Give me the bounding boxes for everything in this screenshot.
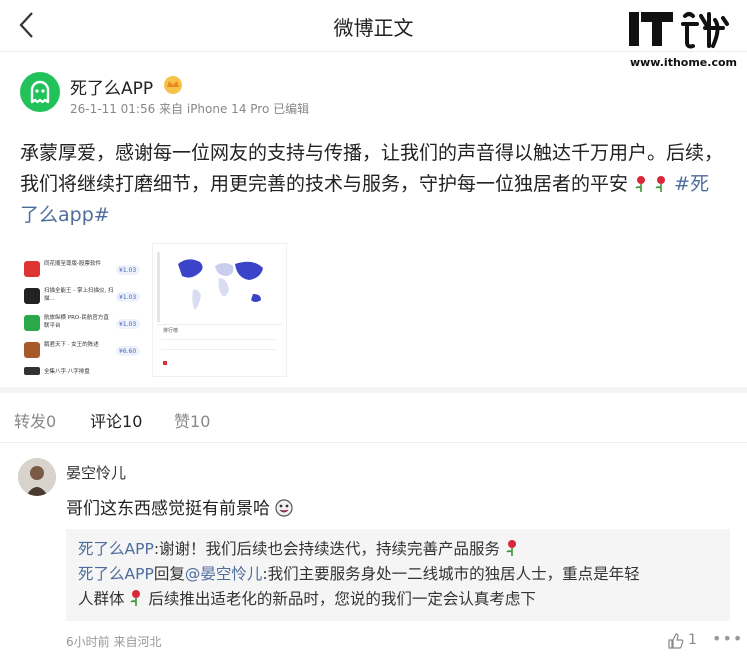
world-map-graphic	[157, 252, 282, 365]
more-dots-icon[interactable]: •••	[712, 629, 743, 648]
reply-1: 死了么APP:谢谢！我们后续也会持续迭代，持续完善产品服务	[78, 537, 728, 562]
section-gap	[0, 387, 747, 393]
comment-text: 哥们这东西感觉挺有前景哈	[66, 494, 294, 519]
tab-likes-label: 赞	[174, 412, 191, 431]
brand-watermark: www.ithome.com	[627, 8, 737, 70]
ghost-icon	[30, 80, 50, 104]
tab-reposts-label: 转发	[14, 412, 47, 431]
reply-box[interactable]: 死了么APP:谢谢！我们后续也会持续迭代，持续完善产品服务 死了么APP回复@晏…	[66, 529, 730, 621]
thumbs-up-icon	[668, 633, 684, 649]
tab-comments-count: 10	[122, 412, 143, 431]
rose-icon	[130, 590, 141, 606]
commenter-avatar[interactable]	[18, 458, 56, 496]
app-price: ¥1.03	[119, 321, 137, 328]
reply-1-text: :谢谢！我们后续也会持续迭代，持续完善产品服务	[153, 540, 501, 558]
reply-2-author[interactable]: 死了么APP	[78, 565, 154, 583]
app-row: 全集八字·八字排盘	[44, 369, 90, 375]
author-avatar[interactable]	[20, 72, 60, 112]
tabs-divider	[0, 442, 747, 443]
app-row: 航旅纵横 PRO-民航官方直联平台	[44, 315, 109, 329]
post-text: 承蒙厚爱，感谢每一位网友的支持与传播，让我们的声音得以触达千万用户。后续，我们将…	[20, 138, 725, 231]
app-row: 扫描全能王 - 掌上扫描仪, 扫描...	[44, 288, 114, 302]
comment-text-body: 哥们这东西感觉挺有前景哈	[66, 499, 270, 519]
reply-2-text-c: 后续推出适老化的新品时，您说的我们一定会认真考虑下	[148, 590, 536, 608]
rose-icon	[635, 176, 646, 192]
comment-like-count: 1	[688, 632, 697, 648]
reply-2: 死了么APP回复@晏空怜儿:我们主要服务身处一二线城市的独居人士，重点是年轻 人…	[78, 562, 728, 612]
rose-icon	[506, 540, 516, 556]
top-bar: 微博正文 www.ithome.com	[0, 0, 747, 69]
reply-2-verb: 回复	[153, 565, 185, 583]
app-row: 同花顺至尊版-股票软件	[44, 261, 101, 267]
laughing-emoji-icon	[275, 499, 294, 517]
dashboard-panel-label: 排行榜	[163, 328, 179, 334]
reply-2-mention[interactable]: @晏空怜儿	[185, 565, 263, 583]
app-row: 鹅君天下 · 女王的陈述	[44, 342, 99, 348]
app-price: ¥1.03	[119, 294, 137, 301]
reply-2-text-b: 人群体	[78, 590, 125, 608]
post-text-main: 承蒙厚爱，感谢每一位网友的支持与传播，让我们的声音得以触达千万用户。后续，我们将…	[20, 142, 724, 195]
commenter-name[interactable]: 晏空怜儿	[66, 462, 126, 483]
brand-url: www.ithome.com	[629, 56, 737, 69]
app-price: ¥6.60	[119, 348, 137, 355]
rose-icon	[655, 176, 666, 192]
post-image-app-list[interactable]: 同花顺至尊版-股票软件 ¥1.03 扫描全能王 - 掌上扫描仪, 扫描... ¥…	[24, 243, 144, 375]
crown-icon	[164, 76, 182, 94]
tab-reposts[interactable]: 转发0	[14, 408, 56, 432]
post-image-dashboard[interactable]: 排行榜	[152, 243, 287, 377]
reply-2-text-a: :我们主要服务身处一二线城市的独居人士，重点是年轻	[262, 565, 640, 583]
tab-comments-label: 评论	[90, 412, 123, 431]
header-divider	[0, 51, 747, 52]
tab-likes[interactable]: 赞10	[174, 408, 210, 432]
app-price: ¥1.03	[119, 267, 137, 274]
reply-1-author[interactable]: 死了么APP	[78, 540, 154, 558]
tab-reposts-count: 0	[46, 412, 57, 431]
post-meta: 26-1-11 01:56 来自 iPhone 14 Pro 已编辑	[70, 102, 310, 116]
tab-comments[interactable]: 评论10	[90, 408, 142, 432]
tab-likes-count: 10	[190, 412, 211, 431]
ithome-logo	[629, 12, 729, 49]
comment-meta: 6小时前 来自河北	[66, 635, 162, 649]
post-author-name[interactable]: 死了么APP	[70, 74, 153, 99]
avatar-graphic	[18, 458, 56, 496]
